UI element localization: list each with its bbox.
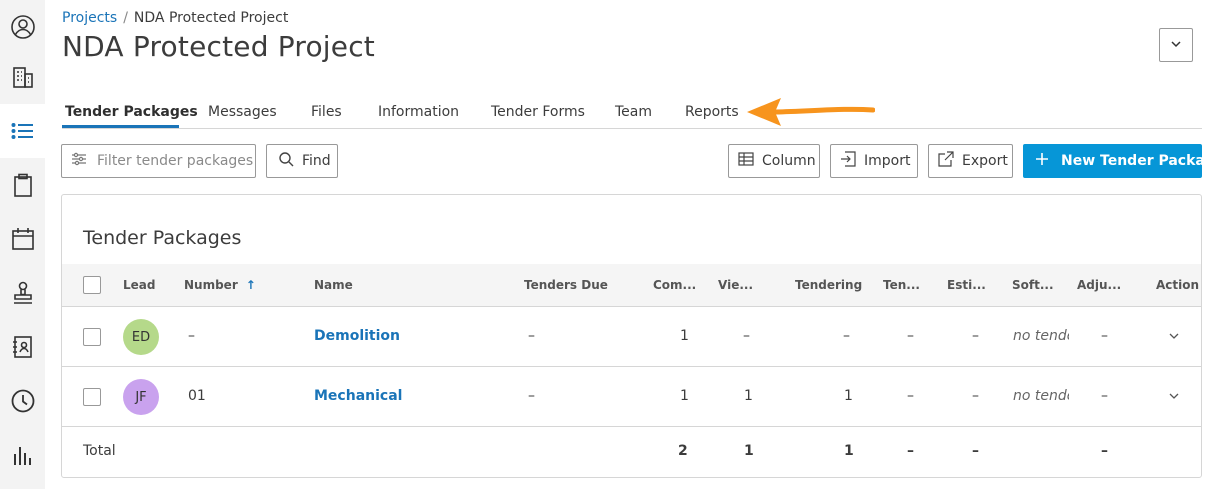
annotation-arrow-icon — [747, 98, 875, 126]
sidebar — [0, 0, 45, 489]
header-number-label: Number — [184, 278, 238, 292]
tab-reports[interactable]: Reports — [685, 104, 739, 120]
header-esti[interactable]: Esti... — [947, 278, 986, 292]
cell-tendering: – — [843, 328, 850, 344]
tab-tender-packages[interactable]: Tender Packages — [65, 104, 198, 120]
row-action-chevron-icon[interactable] — [1168, 330, 1180, 346]
total-adju: – — [1101, 443, 1108, 459]
cell-esti: – — [972, 328, 979, 344]
export-icon — [938, 151, 962, 171]
import-icon — [840, 151, 864, 171]
project-menu-button[interactable] — [1159, 28, 1193, 62]
tender-packages-panel: Tender Packages Lead Number ↑ Name Tender… — [61, 194, 1202, 478]
find-label: Find — [302, 153, 331, 169]
table-row: JF 01 Mechanical – 1 1 1 – – no tenders … — [62, 367, 1201, 427]
tab-team[interactable]: Team — [615, 104, 652, 120]
tab-bar: Tender Packages Messages Files Informati… — [62, 98, 1202, 129]
cell-com: 1 — [680, 388, 689, 404]
tab-files[interactable]: Files — [311, 104, 342, 120]
list-icon[interactable] — [0, 104, 45, 158]
clipboard-icon[interactable] — [0, 158, 45, 212]
columns-icon — [738, 151, 762, 171]
calendar-icon[interactable] — [0, 212, 45, 266]
cell-ten: – — [907, 388, 914, 404]
cell-tenders-due: – — [528, 328, 535, 344]
import-label: Import — [864, 153, 911, 169]
total-label: Total — [83, 443, 116, 459]
header-action: Action — [1156, 278, 1200, 292]
breadcrumb-current: NDA Protected Project — [133, 10, 289, 26]
package-name-link[interactable]: Demolition — [314, 328, 400, 344]
address-book-icon[interactable] — [0, 320, 45, 374]
column-label: Column — [762, 153, 816, 169]
header-lead[interactable]: Lead — [123, 278, 155, 292]
header-tenders-due[interactable]: Tenders Due — [524, 278, 608, 292]
find-button[interactable]: Find — [266, 144, 338, 178]
total-ten: – — [907, 443, 914, 459]
cell-vie: – — [743, 328, 750, 344]
breadcrumb-separator: / — [123, 10, 128, 26]
total-tendering: 1 — [844, 443, 854, 459]
select-all-checkbox[interactable] — [83, 276, 101, 294]
panel-title: Tender Packages — [83, 227, 242, 249]
total-vie: 1 — [744, 443, 754, 459]
filter-placeholder: Filter tender packages — [97, 153, 254, 169]
cell-tenders-due: – — [528, 388, 535, 404]
filter-input[interactable]: Filter tender packages — [61, 144, 256, 178]
stamp-icon[interactable] — [0, 266, 45, 320]
column-button[interactable]: Column — [728, 144, 820, 178]
new-tender-package-label: New Tender Package — [1061, 153, 1216, 169]
tab-information[interactable]: Information — [378, 104, 459, 120]
chevron-down-icon — [1169, 36, 1183, 55]
table-header: Lead Number ↑ Name Tenders Due Com... Vie… — [62, 264, 1201, 307]
breadcrumb-projects-link[interactable]: Projects — [62, 10, 117, 26]
cell-com: 1 — [680, 328, 689, 344]
total-com: 2 — [678, 443, 688, 459]
chart-icon[interactable] — [0, 428, 45, 482]
header-adju[interactable]: Adju... — [1077, 278, 1121, 292]
export-label: Export — [962, 153, 1008, 169]
cell-adju: – — [1101, 388, 1108, 404]
cell-number: 01 — [188, 388, 206, 404]
header-soft[interactable]: Soft... — [1012, 278, 1054, 292]
cell-tendering: 1 — [844, 388, 853, 404]
table-row: ED – Demolition – 1 – – – – no tenders – — [62, 307, 1201, 367]
row-checkbox[interactable] — [83, 328, 101, 346]
building-icon[interactable] — [0, 50, 45, 104]
profile-icon[interactable] — [0, 0, 45, 54]
header-number[interactable]: Number ↑ — [184, 278, 256, 292]
cell-adju: – — [1101, 328, 1108, 344]
cell-soft: no tenders — [1013, 328, 1069, 344]
new-tender-package-button[interactable]: New Tender Package — [1023, 144, 1216, 178]
header-name[interactable]: Name — [314, 278, 353, 292]
tab-tender-forms[interactable]: Tender Forms — [491, 104, 585, 120]
row-action-chevron-icon[interactable] — [1168, 390, 1180, 406]
header-vie[interactable]: Vie... — [718, 278, 753, 292]
header-tendering[interactable]: Tendering — [795, 278, 862, 292]
export-button[interactable]: Export — [928, 144, 1013, 178]
avatar: JF — [123, 379, 159, 415]
total-row: Total 2 1 1 – – – — [62, 427, 1201, 477]
tab-messages[interactable]: Messages — [208, 104, 277, 120]
header-ten[interactable]: Ten... — [883, 278, 920, 292]
import-button[interactable]: Import — [830, 144, 918, 178]
sort-ascending-icon: ↑ — [245, 278, 256, 292]
cell-vie: 1 — [744, 388, 753, 404]
cell-soft: no tenders — [1013, 388, 1069, 404]
page-title: NDA Protected Project — [62, 30, 375, 63]
plus-icon — [1035, 152, 1057, 170]
cell-ten: – — [907, 328, 914, 344]
clock-icon[interactable] — [0, 374, 45, 428]
avatar: ED — [123, 319, 159, 355]
cell-number: – — [188, 328, 195, 344]
row-checkbox[interactable] — [83, 388, 101, 406]
active-tab-indicator — [62, 125, 179, 128]
total-esti: – — [972, 443, 979, 459]
package-name-link[interactable]: Mechanical — [314, 388, 402, 404]
cell-esti: – — [972, 388, 979, 404]
search-icon — [278, 151, 302, 171]
filter-icon — [71, 152, 95, 170]
breadcrumb: Projects / NDA Protected Project — [62, 10, 288, 26]
header-com[interactable]: Com... — [653, 278, 696, 292]
